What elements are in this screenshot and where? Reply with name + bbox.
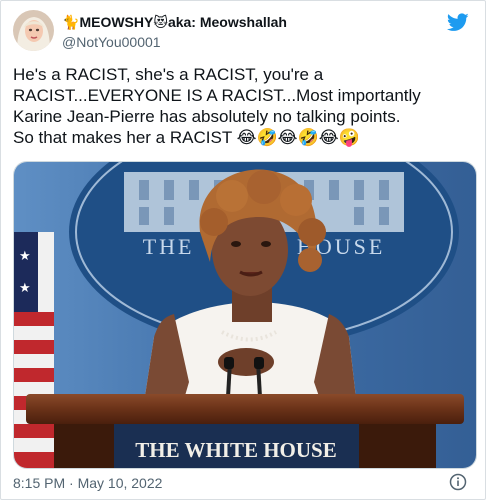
author-name-suffix: aka: Meowshallah — [167, 14, 287, 30]
tweet-text-line: So that makes her a RACIST — [13, 128, 232, 147]
tweet-text-line: He's a RACIST, she's a RACIST, you're a — [13, 65, 324, 84]
heart-eyes-cat-emoji-icon: 😻 — [153, 15, 168, 31]
tweet-card[interactable]: 🐈MEOWSHY😻aka: Meowshallah @NotYou00001 H… — [0, 0, 486, 500]
tweet-text-line: RACIST...EVERYONE IS A RACIST...Most imp… — [13, 86, 421, 105]
tweet-emojis: 😂🤣😂🤣😂🤪 — [236, 128, 360, 148]
tweet-photo[interactable]: THE WHITE HOUSE ★ ★ — [13, 161, 477, 469]
twitter-bird-icon[interactable] — [447, 13, 469, 32]
tweet-text-line-last: So that makes her a RACIST 😂🤣😂🤣😂🤪 — [13, 127, 475, 149]
author-name[interactable]: 🐈MEOWSHY😻aka: Meowshallah — [62, 14, 287, 32]
avatar[interactable] — [13, 10, 54, 51]
author-handle[interactable]: @NotYou00001 — [62, 34, 161, 51]
cat-emoji-icon: 🐈 — [62, 15, 80, 31]
info-icon[interactable] — [449, 473, 467, 491]
tweet-timestamp[interactable]: 8:15 PM · May 10, 2022 — [13, 475, 162, 492]
svg-text:★: ★ — [19, 248, 31, 263]
author-name-prefix: MEOWSHY — [79, 14, 154, 30]
svg-text:★: ★ — [19, 280, 31, 295]
podium-text: THE WHITE HOUSE — [135, 438, 337, 462]
tweet-text: He's a RACIST, she's a RACIST, you're a … — [13, 64, 475, 149]
tweet-text-line: Karine Jean-Pierre has absolutely no tal… — [13, 107, 401, 126]
